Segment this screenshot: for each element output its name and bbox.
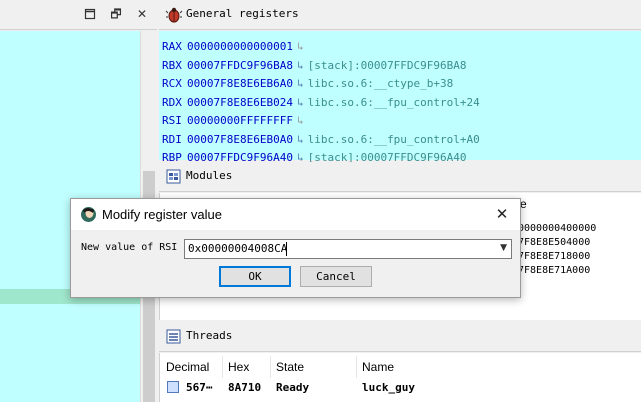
column-separator[interactable]	[270, 356, 271, 378]
jump-arrow-icon[interactable]: ↳	[297, 114, 304, 127]
cancel-button[interactable]: Cancel	[300, 266, 372, 287]
column-header-name[interactable]: Name	[362, 360, 394, 374]
modules-title: Modules	[186, 169, 233, 182]
thread-icon	[167, 381, 179, 393]
registers-list[interactable]: RAX 0000000000000001 ↳ RBX 00007FFDC9F96BA8 ↳…	[159, 31, 641, 164]
dialog-title: Modify register value	[102, 207, 222, 222]
jump-arrow-icon[interactable]: ↳	[297, 40, 304, 53]
register-row-rbx[interactable]: RBX 00007FFDC9F96BA8 ↳ [stack]:00007FFDC9F9…	[162, 57, 467, 74]
register-description: libc.so.6:__ctype_b+38	[307, 77, 454, 90]
text-caret	[286, 242, 287, 256]
register-description: libc.so.6:__fpu_control+A0	[307, 132, 480, 146]
thread-decimal[interactable]: 567⋯	[186, 381, 213, 394]
thread-state[interactable]: Ready	[276, 381, 309, 394]
new-value-label: New value of RSI	[81, 242, 178, 253]
column-header-state[interactable]: State	[276, 360, 304, 374]
jump-arrow-icon[interactable]: ↳	[297, 133, 304, 146]
register-name: RDI	[162, 132, 182, 146]
register-value[interactable]: 00007F8E8E6EB0A0	[187, 133, 293, 146]
register-row-rcx[interactable]: RCX 00007F8E8E6EB6A0 ↳ libc.so.6:__ctype_b+…	[162, 75, 453, 92]
registers-title: General registers	[186, 7, 299, 20]
register-row-rax[interactable]: RAX 0000000000000001 ↳	[162, 38, 304, 55]
column-header-hex[interactable]: Hex	[228, 360, 249, 374]
register-row-rdi[interactable]: RDI 00007F8E8E6EB0A0 ↳ libc.so.6:__fpu_cont…	[162, 131, 480, 148]
jump-arrow-icon[interactable]: ↳	[297, 59, 304, 72]
register-name: RCX	[162, 77, 182, 90]
column-header-decimal[interactable]: Decimal	[166, 360, 209, 374]
disassembly-titlebar: 🗗 ✕	[0, 0, 157, 30]
modules-column-header[interactable]: e	[520, 197, 527, 211]
column-separator[interactable]	[222, 356, 223, 378]
threads-title: Threads	[186, 329, 233, 342]
module-row[interactable]: 7F8E8E71A000	[518, 265, 590, 276]
close-icon[interactable]: ✕	[134, 6, 150, 22]
register-value-combobox[interactable]: 0x00000004008CA ▼	[184, 239, 512, 259]
modify-register-dialog: Modify register value ✕ New value of RSI…	[70, 198, 521, 298]
ok-button[interactable]: OK	[219, 266, 291, 287]
bug-icon	[165, 6, 183, 24]
thread-hex[interactable]: 8A710	[228, 381, 261, 394]
register-name: RSI	[162, 114, 182, 127]
modules-icon	[165, 168, 183, 186]
register-value[interactable]: 0000000000000001	[187, 40, 293, 53]
column-separator[interactable]	[356, 356, 357, 378]
register-value[interactable]: 00007F8E8E6EB024	[187, 96, 293, 109]
registers-panel: General registers RAX 0000000000000001 ↳ RB…	[159, 0, 641, 164]
thread-name[interactable]: luck_guy	[362, 381, 415, 394]
register-row-rdx[interactable]: RDX 00007F8E8E6EB024 ↳ libc.so.6:__fpu_cont…	[162, 94, 480, 111]
register-value[interactable]: 00000000FFFFFFFF	[187, 114, 293, 127]
register-row-rsi[interactable]: RSI 00000000FFFFFFFF ↳	[162, 112, 304, 129]
register-name: RAX	[162, 40, 182, 53]
threads-titlebar: Threads	[159, 322, 641, 352]
module-row[interactable]: 7F8E8E504000	[518, 237, 590, 248]
maximize-icon[interactable]	[82, 6, 98, 22]
threads-table[interactable]: Decimal Hex State Name 567⋯ 8A710 Ready …	[159, 353, 641, 402]
register-value-text[interactable]: 0x00000004008CA	[188, 242, 287, 255]
register-name: RDX	[162, 95, 182, 109]
modules-titlebar: Modules	[159, 162, 641, 192]
dialog-close-icon[interactable]: ✕	[490, 203, 514, 225]
module-row[interactable]: 7F8E8E718000	[518, 251, 590, 262]
restore-icon[interactable]: 🗗	[108, 6, 124, 22]
register-value[interactable]: 00007FFDC9F96BA8	[187, 59, 293, 72]
threads-icon	[165, 328, 183, 346]
chevron-down-icon[interactable]: ▼	[500, 243, 507, 253]
jump-arrow-icon[interactable]: ↳	[297, 77, 304, 90]
register-description: libc.so.6:__fpu_control+24	[307, 95, 480, 109]
register-value[interactable]: 00007F8E8E6EB6A0	[187, 77, 293, 90]
register-name: RBX	[162, 58, 182, 72]
ida-icon	[80, 206, 97, 223]
threads-panel: Threads Decimal Hex State Name 567⋯ 8A71…	[159, 322, 641, 402]
module-row[interactable]: 0000000400000	[518, 223, 596, 234]
jump-arrow-icon[interactable]: ↳	[297, 96, 304, 109]
register-description: [stack]:00007FFDC9F96BA8	[307, 58, 467, 72]
dialog-titlebar[interactable]: Modify register value ✕	[71, 199, 520, 230]
registers-titlebar: General registers	[159, 0, 641, 30]
